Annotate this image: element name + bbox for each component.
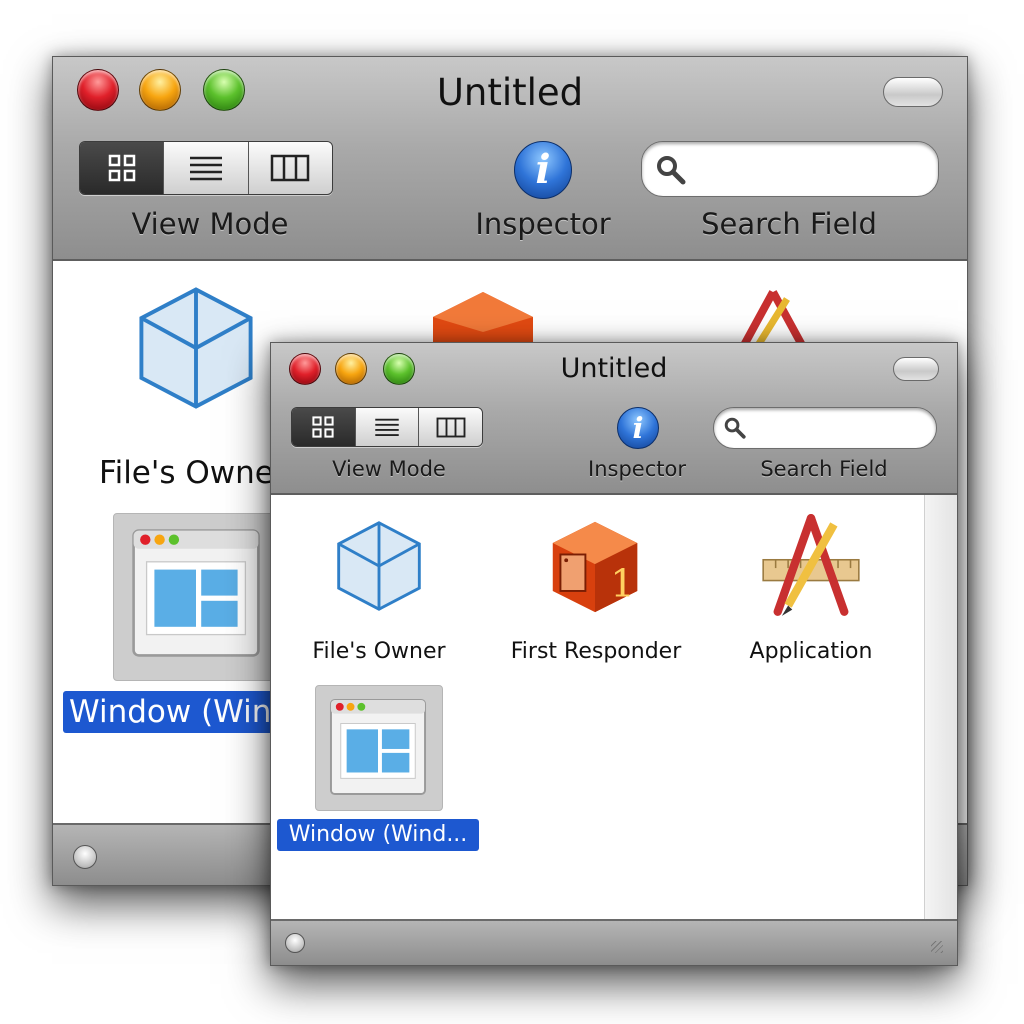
first-responder-icon — [433, 292, 533, 347]
icon-view-icon — [108, 154, 135, 182]
toolbar-toggle-button[interactable] — [893, 357, 939, 381]
application-object[interactable] — [759, 513, 863, 619]
icon-view-button[interactable] — [80, 142, 164, 194]
search-field-label: Search Field — [760, 457, 888, 481]
view-mode-control[interactable] — [79, 141, 333, 195]
column-view-button[interactable] — [418, 408, 482, 446]
minimize-button[interactable] — [335, 353, 367, 385]
view-mode-label: View Mode — [131, 207, 289, 241]
window-icon — [329, 698, 427, 796]
search-input[interactable] — [641, 141, 939, 197]
inspector-icon[interactable]: i — [514, 141, 572, 199]
application-object[interactable] — [733, 287, 813, 349]
svg-text:1: 1 — [610, 562, 634, 607]
inspector-label: Inspector — [475, 207, 611, 241]
icon-view-button[interactable] — [292, 408, 355, 446]
window-footer — [271, 919, 957, 965]
resize-grip[interactable] — [931, 941, 943, 953]
minimize-button[interactable] — [139, 69, 181, 111]
file-owner-object[interactable] — [131, 283, 261, 413]
front-window: Untitled View Mode i Inspector Search Fi… — [270, 342, 958, 966]
cube-icon — [139, 287, 253, 409]
inspector-label: Inspector — [588, 457, 686, 481]
window-object[interactable] — [329, 695, 427, 799]
view-mode-label: View Mode — [332, 457, 446, 481]
application-icon — [739, 290, 807, 349]
search-icon — [724, 417, 746, 439]
column-view-icon — [271, 154, 310, 182]
vertical-scrollbar[interactable] — [924, 495, 957, 919]
column-view-button[interactable] — [247, 142, 332, 194]
window-toolbar: Untitled View Mode i Inspector Search Fi… — [271, 343, 957, 495]
window-object[interactable] — [131, 527, 261, 659]
footer-button[interactable] — [73, 845, 97, 869]
file-owner-object[interactable] — [331, 513, 427, 619]
list-view-button[interactable] — [354, 408, 419, 446]
application-label: Application — [749, 639, 873, 664]
list-view-button[interactable] — [163, 142, 248, 194]
application-icon — [762, 514, 860, 616]
list-view-icon — [375, 418, 399, 436]
file-owner-label: File's Owne — [99, 455, 274, 491]
cube-icon — [337, 521, 421, 611]
view-mode-control[interactable] — [291, 407, 483, 447]
footer-button[interactable] — [285, 933, 305, 953]
zoom-button[interactable] — [383, 353, 415, 385]
inspector-icon[interactable]: i — [617, 407, 659, 449]
window-title: Untitled — [436, 71, 584, 114]
list-view-icon — [189, 156, 222, 181]
first-responder-label: First Responder — [510, 639, 682, 664]
first-responder-icon: 1 — [552, 521, 638, 613]
file-owner-label: File's Owner — [312, 639, 446, 664]
window-icon — [132, 529, 260, 657]
toolbar-toggle-button[interactable] — [883, 77, 943, 107]
window-toolbar: Untitled View Mode i Inspector Search Fi… — [53, 57, 967, 261]
first-responder-object[interactable]: 1 — [547, 513, 643, 619]
column-view-icon — [436, 417, 466, 437]
window-object-label: Window (Wind... — [277, 819, 479, 851]
first-responder-object[interactable] — [423, 287, 543, 347]
close-button[interactable] — [77, 69, 119, 111]
zoom-button[interactable] — [203, 69, 245, 111]
window-title: Untitled — [560, 353, 668, 384]
search-field-label: Search Field — [701, 207, 877, 241]
document-body: File's Owner 1 First Responder Applicati… — [271, 495, 957, 919]
search-icon — [657, 156, 686, 185]
icon-view-icon — [312, 416, 334, 438]
window-object-label: Window (Win — [63, 691, 281, 733]
search-input[interactable] — [713, 407, 937, 449]
close-button[interactable] — [289, 353, 321, 385]
